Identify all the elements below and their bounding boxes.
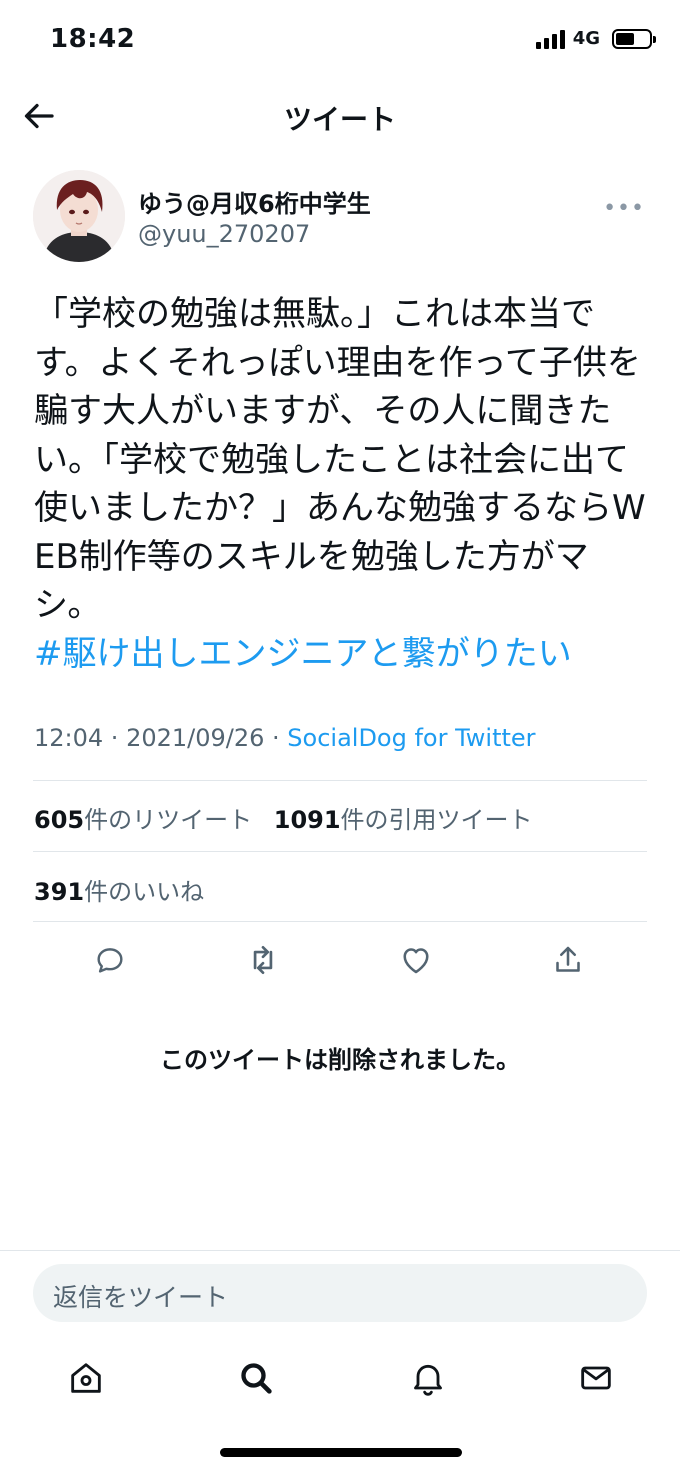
likes-count: 391 xyxy=(34,878,85,906)
retweet-icon xyxy=(253,945,273,975)
hashtag-link[interactable]: #駆け出しエンジニアと繋がりたい xyxy=(34,634,572,674)
retweet-quote-stats: 605件のリツイート 1091件の引用ツイート xyxy=(34,800,533,835)
reply-input[interactable]: 返信をツイート xyxy=(33,1264,647,1322)
like-button[interactable] xyxy=(396,938,436,982)
reply-placeholder: 返信をツイート xyxy=(53,1283,229,1312)
tweet-meta: 12:04 · 2021/09/26 · SocialDog for Twitt… xyxy=(34,724,536,752)
reply-button[interactable] xyxy=(90,938,130,982)
tweet-actions xyxy=(0,938,680,984)
tweet-source-link[interactable]: SocialDog for Twitter xyxy=(287,724,535,752)
likes-label: 件のいいね xyxy=(84,878,205,906)
user-handle[interactable]: @yuu_270207 xyxy=(138,220,310,248)
notifications-icon xyxy=(414,1364,442,1396)
more-horizontal-icon: ••• xyxy=(603,196,645,221)
more-button[interactable]: ••• xyxy=(603,196,645,221)
likes-stat[interactable]: 391件のいいね xyxy=(34,872,204,907)
share-icon xyxy=(556,946,580,972)
deleted-tweet-notice: このツイートは削除されました。 xyxy=(160,1046,520,1074)
signal-icon xyxy=(535,29,565,49)
tweet-author: ゆう@月収6桁中学生 @yuu_270207 ••• xyxy=(33,170,647,266)
share-button[interactable] xyxy=(548,938,588,982)
tweet-body: 「学校の勉強は無駄。」これは本当です。よくそれっぽい理由を作って子供を騙す大人が… xyxy=(34,294,646,625)
retweet-button[interactable] xyxy=(243,938,283,982)
network-type: 4G xyxy=(572,28,600,49)
quotes-label: 件の引用ツイート xyxy=(340,806,533,834)
avatar[interactable] xyxy=(33,170,125,262)
tab-search[interactable] xyxy=(234,1356,278,1400)
retweets-stat[interactable]: 605件のリツイート xyxy=(34,806,252,834)
retweets-count: 605 xyxy=(34,806,85,834)
quotes-count: 1091 xyxy=(273,806,341,834)
page-title: ツイート xyxy=(283,103,396,136)
tab-notifications[interactable] xyxy=(406,1356,450,1400)
tweet-text: 「学校の勉強は無駄。」これは本当です。よくそれっぽい理由を作って子供を騙す大人が… xyxy=(34,290,650,678)
divider xyxy=(33,921,647,922)
heart-icon xyxy=(403,948,429,974)
messages-icon xyxy=(581,1366,611,1390)
divider xyxy=(33,780,647,781)
tab-home[interactable] xyxy=(64,1356,108,1400)
tab-messages[interactable] xyxy=(574,1356,618,1400)
retweets-label: 件のリツイート xyxy=(84,806,253,834)
divider xyxy=(0,1250,680,1251)
avatar-image xyxy=(33,170,125,262)
status-bar: 18:42 4G xyxy=(0,0,680,84)
search-icon xyxy=(241,1363,272,1394)
display-name[interactable]: ゆう@月収6桁中学生 xyxy=(138,184,371,219)
status-indicators: 4G xyxy=(535,28,656,49)
status-time: 18:42 xyxy=(50,24,136,54)
home-indicator xyxy=(220,1448,462,1457)
header: ツイート xyxy=(0,84,680,148)
bottom-tab-bar xyxy=(0,1350,680,1410)
divider xyxy=(33,851,647,852)
battery-icon xyxy=(612,28,656,49)
tweet-date: 2021/09/26 xyxy=(126,724,265,752)
reply-icon xyxy=(97,948,123,973)
quotes-stat[interactable]: 1091件の引用ツイート xyxy=(274,806,533,834)
tweet-time: 12:04 xyxy=(34,724,104,752)
home-icon xyxy=(71,1363,101,1393)
